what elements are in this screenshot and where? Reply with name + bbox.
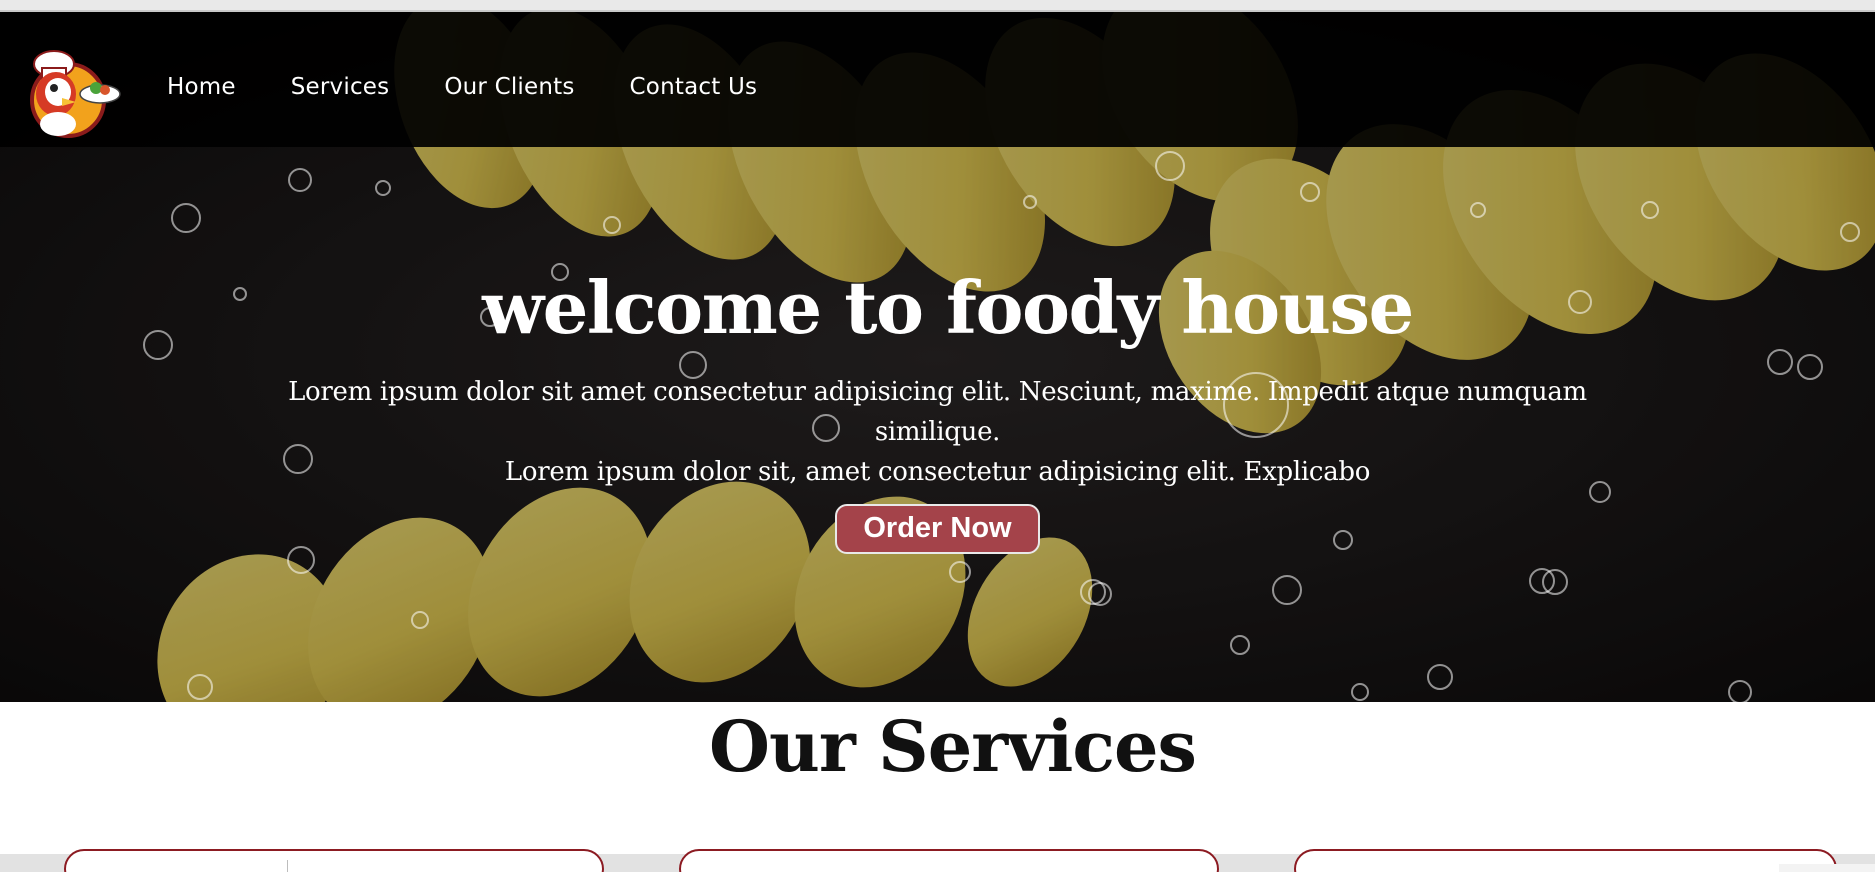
order-now-button[interactable]: Order Now [835,504,1040,554]
hero-title: welcome to foody house [482,265,1414,350]
nav-link-contact-us[interactable]: Contact Us [630,74,758,100]
divider [287,860,288,872]
chef-rooster-logo[interactable] [18,42,123,144]
horizontal-scrollbar[interactable] [1779,864,1875,872]
service-card-3[interactable] [1294,849,1837,872]
service-card-2[interactable] [679,849,1219,872]
services-section-title: Our Services [709,705,1197,788]
hero-description: Lorem ipsum dolor sit amet consectetur a… [258,372,1618,492]
hero-description-line-1: Lorem ipsum dolor sit amet consectetur a… [288,377,1587,447]
nav-link-services[interactable]: Services [291,74,390,100]
hero-content: welcome to foody house Lorem ipsum dolor… [0,262,1875,554]
top-navbar: Home Services Our Clients Contact Us [0,12,1875,147]
service-card-1[interactable] [64,849,604,872]
nav-links: Home Services Our Clients Contact Us [167,74,757,100]
nav-link-our-clients[interactable]: Our Clients [444,74,574,100]
nav-link-home[interactable]: Home [167,74,236,100]
browser-top-strip [0,0,1875,12]
hero-description-line-2: Lorem ipsum dolor sit, amet consectetur … [504,457,1371,487]
